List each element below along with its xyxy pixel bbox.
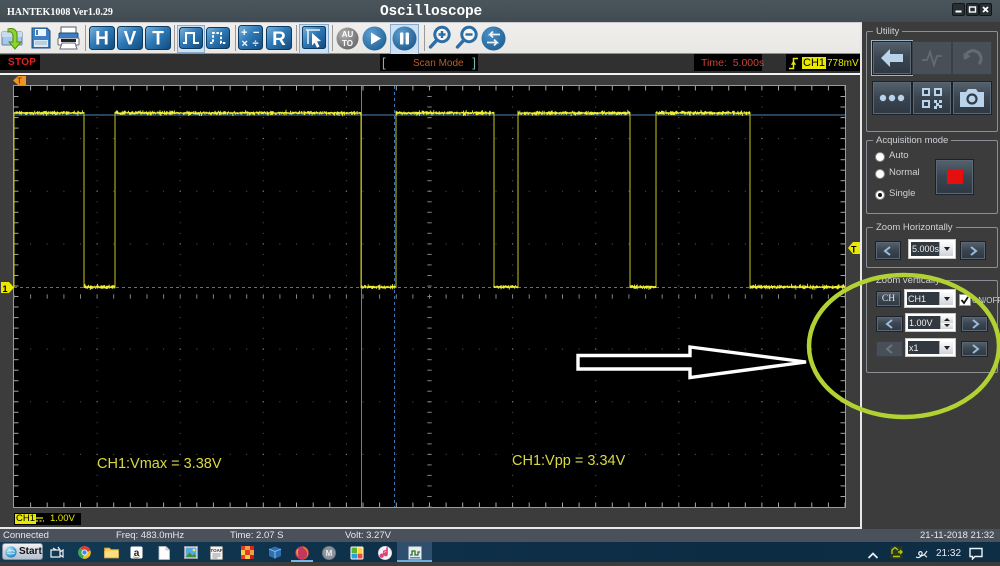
svg-text:R: R (272, 29, 286, 50)
svg-text:×: × (242, 38, 248, 50)
svg-text:T: T (851, 245, 857, 255)
svg-text:V: V (124, 29, 137, 50)
svg-text:M: M (326, 549, 333, 558)
svg-text:T: T (152, 29, 164, 50)
svg-text:CH1:Vpp = 3.34V: CH1:Vpp = 3.34V (512, 453, 626, 469)
svg-text:AU: AU (342, 30, 354, 39)
svg-text:TO: TO (342, 39, 353, 48)
svg-text:1: 1 (3, 284, 8, 294)
svg-text:CH1:Vmax = 3.38V: CH1:Vmax = 3.38V (97, 456, 222, 472)
svg-text:T: T (17, 77, 22, 86)
svg-text:TOAF: TOAF (210, 548, 222, 553)
svg-text:H: H (95, 29, 109, 50)
svg-text:÷: ÷ (253, 38, 259, 50)
